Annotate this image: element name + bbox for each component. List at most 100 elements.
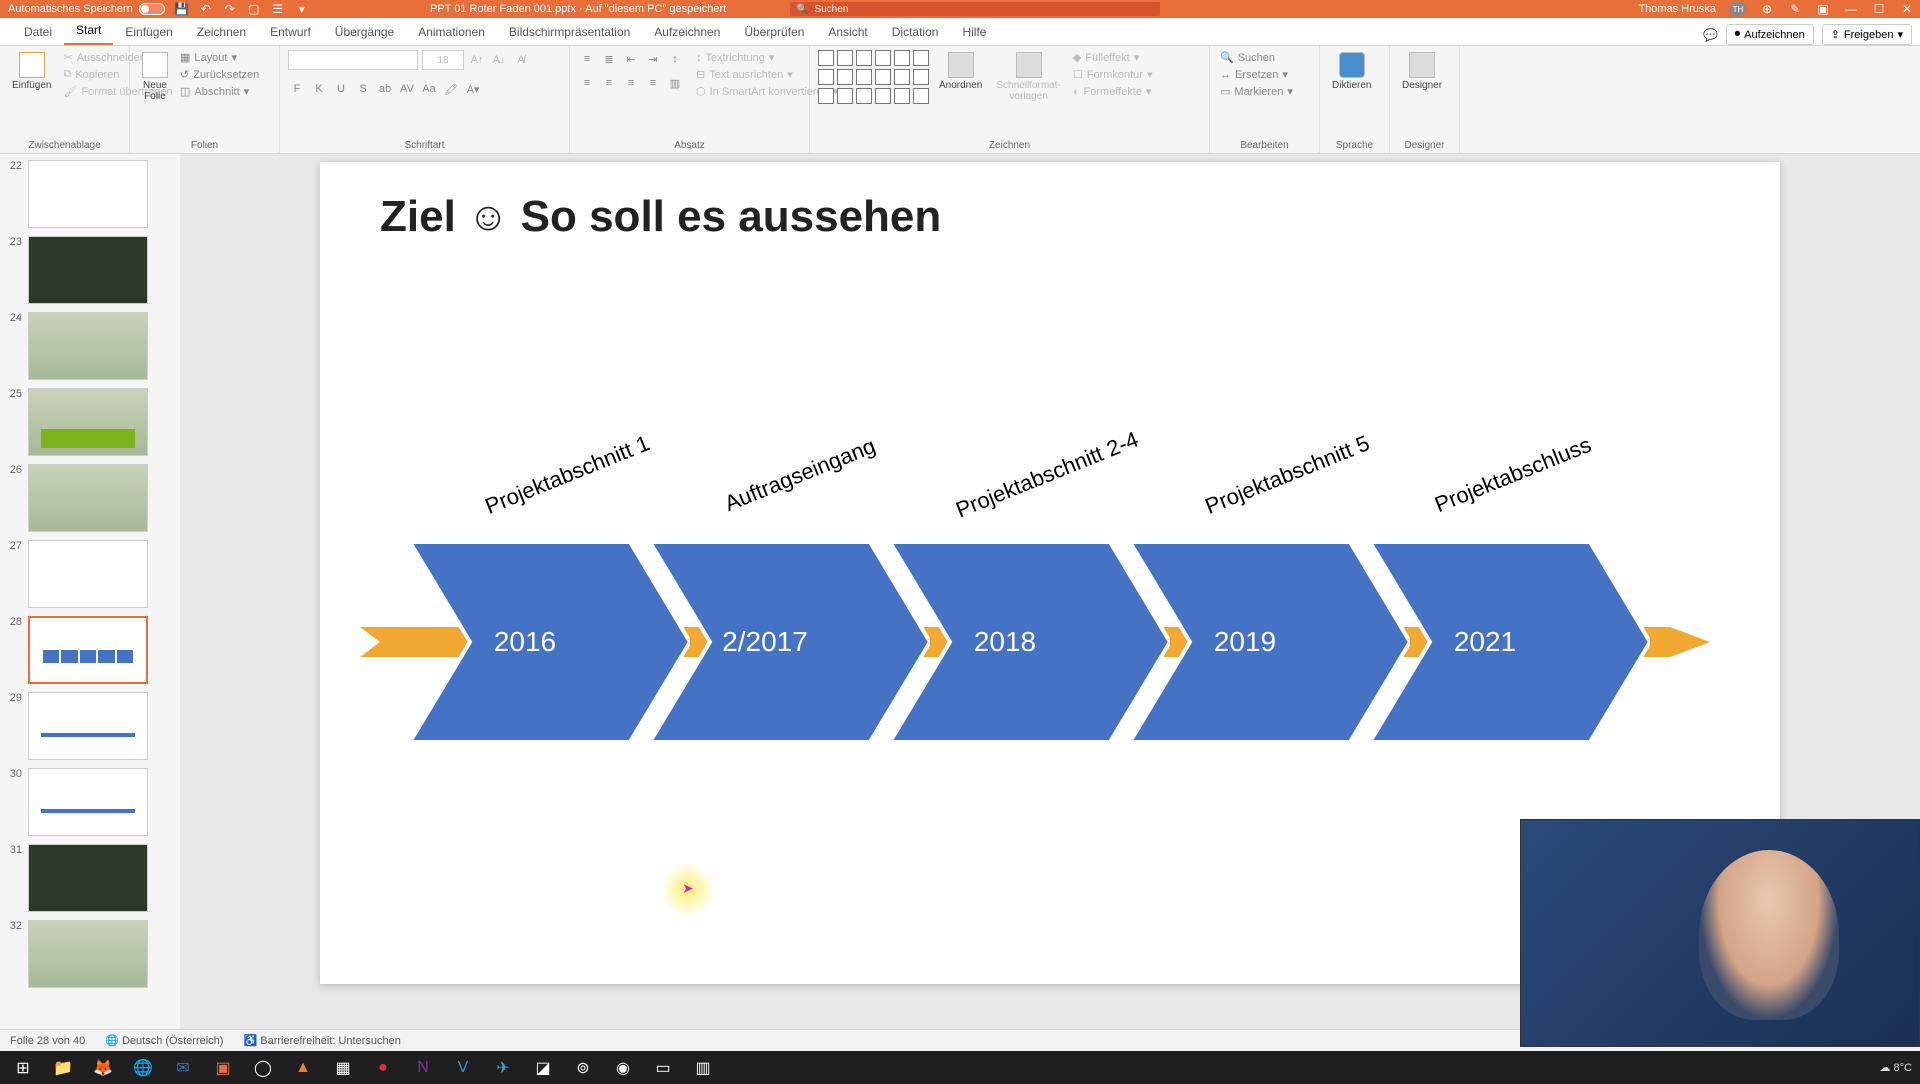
user-avatar[interactable]: TH: [1730, 1, 1746, 17]
phase-label-2[interactable]: Auftragseingang: [721, 433, 879, 517]
fill-button: ◆ Fülleffekt ▾: [1071, 50, 1155, 65]
user-name[interactable]: Thomas Hruska: [1638, 3, 1716, 15]
accessibility-status[interactable]: ♿ Barrierefreiheit: Untersuchen: [243, 1034, 400, 1047]
strike-button: S: [354, 80, 372, 98]
vlc-icon[interactable]: ▲: [286, 1054, 320, 1082]
slide-thumbnails-panel[interactable]: 22 23 24 25 26 27 28 29 30 31 32: [0, 154, 180, 1029]
new-slide-button[interactable]: Neue Folie: [138, 50, 172, 104]
chevron-1[interactable]: 2016: [410, 542, 650, 742]
tab-aufzeichnen[interactable]: Aufzeichnen: [642, 19, 732, 45]
redo-icon[interactable]: ↷: [223, 2, 237, 16]
arrange-button[interactable]: Anordnen: [935, 50, 986, 93]
app-icon-5[interactable]: ◉: [606, 1054, 640, 1082]
touch-icon[interactable]: ☰: [271, 2, 285, 16]
language-status[interactable]: 🌐 Deutsch (Österreich): [105, 1034, 223, 1047]
window-icon[interactable]: ▣: [1816, 2, 1830, 16]
tab-ueberpruefen[interactable]: Überprüfen: [732, 19, 816, 45]
tab-entwurf[interactable]: Entwurf: [258, 19, 323, 45]
shrink-font-icon: A↓: [490, 51, 508, 69]
section-button[interactable]: ◫ Abschnitt ▾: [178, 84, 261, 99]
tab-datei[interactable]: Datei: [12, 19, 64, 45]
shadow-icon: ab: [376, 80, 394, 98]
share-button[interactable]: ⇪Freigeben▾: [1822, 24, 1912, 45]
search-box[interactable]: 🔍 Suchen: [790, 2, 1160, 16]
layout-button[interactable]: ▦ Layout ▾: [178, 50, 261, 65]
app-icon-3[interactable]: ●: [366, 1054, 400, 1082]
thumbnail-26[interactable]: [28, 464, 148, 532]
weather-widget[interactable]: ☁ 8°C: [1879, 1061, 1912, 1074]
align-left-icon: ≡: [578, 74, 596, 92]
slide-title[interactable]: Ziel ☺ So soll es aussehen: [380, 192, 941, 242]
phase-label-3[interactable]: Projektabschnitt 2-4: [952, 427, 1142, 524]
app-icon-4[interactable]: ◪: [526, 1054, 560, 1082]
telegram-icon[interactable]: ✈: [486, 1054, 520, 1082]
thumbnail-31[interactable]: [28, 844, 148, 912]
chevron-5[interactable]: 2021: [1370, 542, 1610, 742]
start-button[interactable]: ⊞: [6, 1054, 40, 1082]
chrome-icon[interactable]: 🌐: [126, 1054, 160, 1082]
tab-ansicht[interactable]: Ansicht: [816, 19, 879, 45]
thumbnail-29[interactable]: [28, 692, 148, 760]
close-icon[interactable]: ✕: [1900, 2, 1914, 16]
shapes-gallery[interactable]: [818, 50, 929, 104]
group-font-label: Schriftart: [288, 140, 561, 151]
indent-inc-icon: ⇥: [644, 50, 662, 68]
qat-more-icon[interactable]: ▾: [295, 2, 309, 16]
tab-einfuegen[interactable]: Einfügen: [113, 19, 184, 45]
chevron-2[interactable]: 2/2017: [650, 542, 890, 742]
replace-button[interactable]: ↔ Ersetzen ▾: [1218, 67, 1295, 82]
tab-animationen[interactable]: Animationen: [406, 19, 497, 45]
record-button[interactable]: ⏺Aufzeichnen: [1726, 24, 1814, 45]
thumbnail-30[interactable]: [28, 768, 148, 836]
save-icon[interactable]: 💾: [175, 2, 189, 16]
tab-bildschirm[interactable]: Bildschirmpräsentation: [497, 19, 642, 45]
app-icon-7[interactable]: ▥: [686, 1054, 720, 1082]
tab-uebergaenge[interactable]: Übergänge: [323, 19, 406, 45]
onenote-icon[interactable]: N: [406, 1054, 440, 1082]
phase-label-1[interactable]: Projektabschnitt 1: [481, 430, 653, 520]
undo-icon[interactable]: ↶: [199, 2, 213, 16]
timeline-graphic[interactable]: Projektabschnitt 1 Auftragseingang Proje…: [360, 542, 1740, 742]
thumbnail-22[interactable]: [28, 160, 148, 228]
chevron-4[interactable]: 2019: [1130, 542, 1370, 742]
font-family-combo: [288, 50, 418, 70]
obs-icon[interactable]: ⊚: [566, 1054, 600, 1082]
tab-start[interactable]: Start: [64, 17, 113, 45]
thumbnail-27[interactable]: [28, 540, 148, 608]
thumbnail-23[interactable]: [28, 236, 148, 304]
autosave-toggle[interactable]: Automatisches Speichern: [8, 3, 165, 15]
powerpoint-icon[interactable]: ▣: [206, 1054, 240, 1082]
draw-icon[interactable]: ✎: [1788, 2, 1802, 16]
app-icon-6[interactable]: ▭: [646, 1054, 680, 1082]
minimize-icon[interactable]: —: [1844, 2, 1858, 16]
slide-counter[interactable]: Folie 28 von 40: [10, 1035, 85, 1047]
phase-label-4[interactable]: Projektabschnitt 5: [1201, 430, 1373, 520]
ribbon-tabs: Datei Start Einfügen Zeichnen Entwurf Üb…: [0, 18, 1920, 46]
present-icon[interactable]: ▢: [247, 2, 261, 16]
thumbnail-32[interactable]: [28, 920, 148, 988]
tab-hilfe[interactable]: Hilfe: [950, 19, 998, 45]
tab-zeichnen[interactable]: Zeichnen: [185, 19, 258, 45]
dictate-button[interactable]: Diktieren: [1328, 50, 1375, 93]
thumbnail-25[interactable]: [28, 388, 148, 456]
explorer-icon[interactable]: 📁: [46, 1054, 80, 1082]
thumbnail-24[interactable]: [28, 312, 148, 380]
sync-icon[interactable]: ⊕: [1760, 2, 1774, 16]
firefox-icon[interactable]: 🦊: [86, 1054, 120, 1082]
maximize-icon[interactable]: ☐: [1872, 2, 1886, 16]
app-icon-v[interactable]: V: [446, 1054, 480, 1082]
thumbnail-28[interactable]: [28, 616, 148, 684]
chevron-3[interactable]: 2018: [890, 542, 1130, 742]
phase-label-5[interactable]: Projektabschluss: [1431, 432, 1595, 518]
reset-button[interactable]: ↺ Zurücksetzen: [178, 67, 261, 82]
outlook-icon[interactable]: ✉: [166, 1054, 200, 1082]
designer-button[interactable]: Designer: [1398, 50, 1446, 93]
app-icon-2[interactable]: ▦: [326, 1054, 360, 1082]
paste-button[interactable]: Einfügen: [8, 50, 55, 93]
comments-icon[interactable]: 💬: [1704, 28, 1718, 42]
document-title[interactable]: PPT 01 Roter Faden 001.pptx · Auf "diese…: [430, 3, 726, 15]
app-icon-1[interactable]: ◯: [246, 1054, 280, 1082]
select-button[interactable]: ▭ Markieren ▾: [1218, 84, 1295, 99]
tab-dictation[interactable]: Dictation: [880, 19, 951, 45]
find-button[interactable]: 🔍 Suchen: [1218, 50, 1295, 65]
